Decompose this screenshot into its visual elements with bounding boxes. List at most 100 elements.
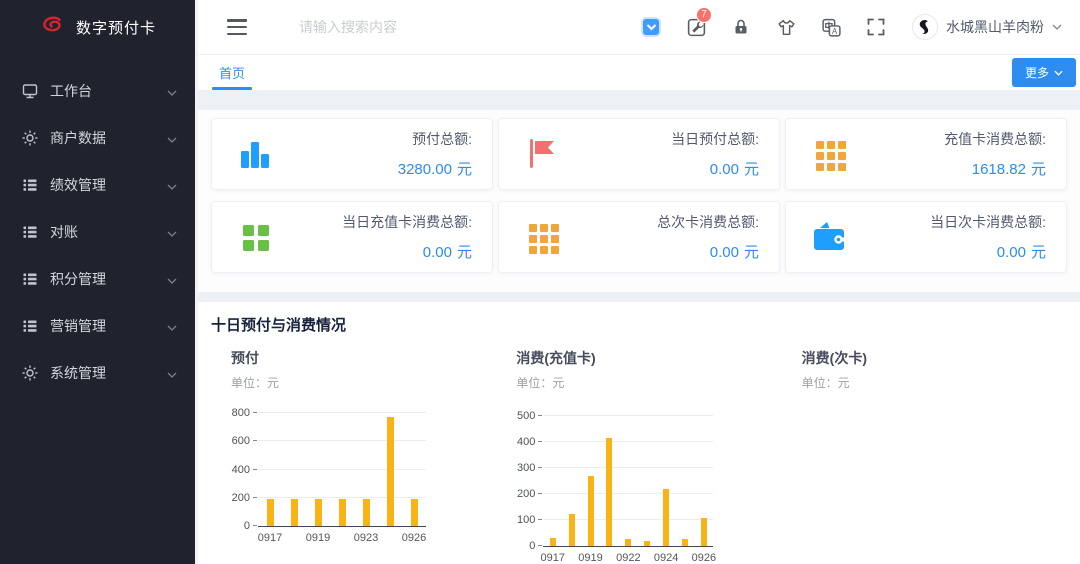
chevron-down-square-icon[interactable] xyxy=(640,16,662,38)
chart-prepaid: 预付 单位：元 02004006008000917091909230926 xyxy=(211,348,496,547)
user-dropdown[interactable]: 水城黑山羊肉粉 xyxy=(912,14,1062,40)
sidebar-item-label: 积分管理 xyxy=(50,269,167,289)
x-axis-tick-label: 0917 xyxy=(541,552,565,564)
sidebar-item-workbench[interactable]: 工作台 xyxy=(0,67,195,114)
top-bar: 7 A xyxy=(198,0,1080,55)
stat-card-prepaid-total: 预付总额: 3280.00元 xyxy=(211,118,493,190)
y-axis-tick-label: 300 xyxy=(517,462,535,474)
y-axis-tick-mark xyxy=(538,545,542,546)
gridline xyxy=(258,412,426,413)
bar xyxy=(363,499,370,526)
chevron-down-icon xyxy=(167,177,177,193)
stat-cards-section: 预付总额: 3280.00元 当日预付总额: 0.00元 xyxy=(198,110,1080,292)
chart-recharge-consumption: 消费(充值卡) 单位：元 010020030040050009170919092… xyxy=(496,348,781,547)
chevron-down-icon xyxy=(1052,24,1062,30)
tshirt-icon[interactable] xyxy=(775,16,797,38)
bar xyxy=(291,499,298,526)
y-axis-tick-label: 200 xyxy=(232,492,250,504)
chevron-down-icon xyxy=(167,318,177,334)
bar xyxy=(550,538,556,546)
stat-card-label: 充值卡消费总额: xyxy=(944,129,1046,149)
brand-logo-icon xyxy=(39,14,67,41)
tools-icon[interactable]: 7 xyxy=(685,16,707,38)
list-icon xyxy=(21,317,39,335)
bar xyxy=(606,438,612,546)
divider-band xyxy=(198,90,1080,110)
menu-toggle-icon[interactable] xyxy=(227,19,247,35)
y-axis-tick-mark xyxy=(538,467,542,468)
gridline xyxy=(543,415,713,416)
gridline xyxy=(543,441,713,442)
x-axis-tick-label: 0917 xyxy=(258,532,282,544)
stat-card-value: 0.00元 xyxy=(930,241,1046,262)
flag-icon xyxy=(523,135,561,173)
bar xyxy=(569,514,575,547)
gear-icon xyxy=(21,364,39,382)
sidebar-item-label: 工作台 xyxy=(50,81,167,101)
x-axis-tick-label: 0922 xyxy=(616,552,640,564)
more-button[interactable]: 更多 xyxy=(1012,58,1076,87)
sidebar-item-reconciliation[interactable]: 对账 xyxy=(0,208,195,255)
gridline xyxy=(543,467,713,468)
y-axis-tick-label: 600 xyxy=(232,435,250,447)
chart-title: 预付 xyxy=(231,348,496,368)
divider-band xyxy=(198,292,1080,302)
brand-name: 数字预付卡 xyxy=(76,17,156,38)
user-name: 水城黑山羊肉粉 xyxy=(946,17,1044,37)
stat-card-label: 当日预付总额: xyxy=(671,129,759,149)
stat-card-today-recharge: 当日充值卡消费总额: 0.00元 xyxy=(211,201,493,273)
sidebar-item-label: 系统管理 xyxy=(50,363,167,383)
bar xyxy=(267,499,274,526)
bar xyxy=(701,518,707,546)
sidebar-item-performance[interactable]: 绩效管理 xyxy=(0,161,195,208)
stat-card-label: 预付总额: xyxy=(398,129,472,149)
tab-bar: 首页 更多 xyxy=(198,55,1080,90)
x-axis-tick-label: 0924 xyxy=(654,552,678,564)
sidebar-item-marketing[interactable]: 营销管理 xyxy=(0,302,195,349)
stat-card-today-times-card: 当日次卡消费总额: 0.00元 xyxy=(785,201,1067,273)
translate-icon[interactable]: A xyxy=(820,16,842,38)
lock-icon[interactable] xyxy=(730,16,752,38)
charts-panel: 十日预付与消费情况 预付 单位：元 0200400600800091709190… xyxy=(198,302,1080,564)
y-axis-tick-mark xyxy=(253,440,257,441)
chevron-down-icon xyxy=(167,224,177,240)
list-icon xyxy=(21,270,39,288)
chevron-down-icon xyxy=(167,83,177,99)
bar-chart-icon xyxy=(236,135,274,173)
fullscreen-icon[interactable] xyxy=(865,16,887,38)
chevron-down-icon xyxy=(167,365,177,381)
sidebar-item-label: 绩效管理 xyxy=(50,175,167,195)
chart-unit-label: 单位：元 xyxy=(516,374,781,391)
sidebar-item-system[interactable]: 系统管理 xyxy=(0,349,195,396)
y-axis-tick-mark xyxy=(253,412,257,413)
y-axis-tick-label: 400 xyxy=(517,436,535,448)
chart-times-card-consumption: 消费(次卡) 单位：元 xyxy=(782,348,1067,547)
y-axis-tick-label: 100 xyxy=(517,514,535,526)
tab-home[interactable]: 首页 xyxy=(212,55,252,90)
more-label: 更多 xyxy=(1025,64,1049,81)
chart-unit-label: 单位：元 xyxy=(231,374,496,391)
gridline xyxy=(258,440,426,441)
chevron-down-icon xyxy=(1054,70,1063,76)
y-axis-tick-mark xyxy=(538,493,542,494)
stat-card-times-card-total: 总次卡消费总额: 0.00元 xyxy=(498,201,780,273)
workbench-icon xyxy=(21,82,39,100)
gridline xyxy=(258,469,426,470)
stat-card-label: 当日次卡消费总额: xyxy=(930,212,1046,232)
stat-card-value: 1618.82元 xyxy=(944,158,1046,179)
stat-card-label: 总次卡消费总额: xyxy=(657,212,759,232)
sidebar-menu: 工作台 商户数据 xyxy=(0,55,195,396)
svg-text:A: A xyxy=(832,26,838,35)
sidebar-item-points[interactable]: 积分管理 xyxy=(0,255,195,302)
bar xyxy=(315,499,322,526)
chart-title: 消费(充值卡) xyxy=(516,348,781,368)
y-axis-tick-mark xyxy=(538,415,542,416)
y-axis-tick-mark xyxy=(538,441,542,442)
search-input[interactable] xyxy=(299,19,529,35)
x-axis-tick-label: 0926 xyxy=(402,532,426,544)
stat-card-value: 0.00元 xyxy=(671,158,759,179)
sidebar-item-merchant-data[interactable]: 商户数据 xyxy=(0,114,195,161)
bar xyxy=(625,539,631,546)
brand: 数字预付卡 xyxy=(0,0,195,55)
app-window: 数字预付卡 工作台 xyxy=(0,0,1080,564)
